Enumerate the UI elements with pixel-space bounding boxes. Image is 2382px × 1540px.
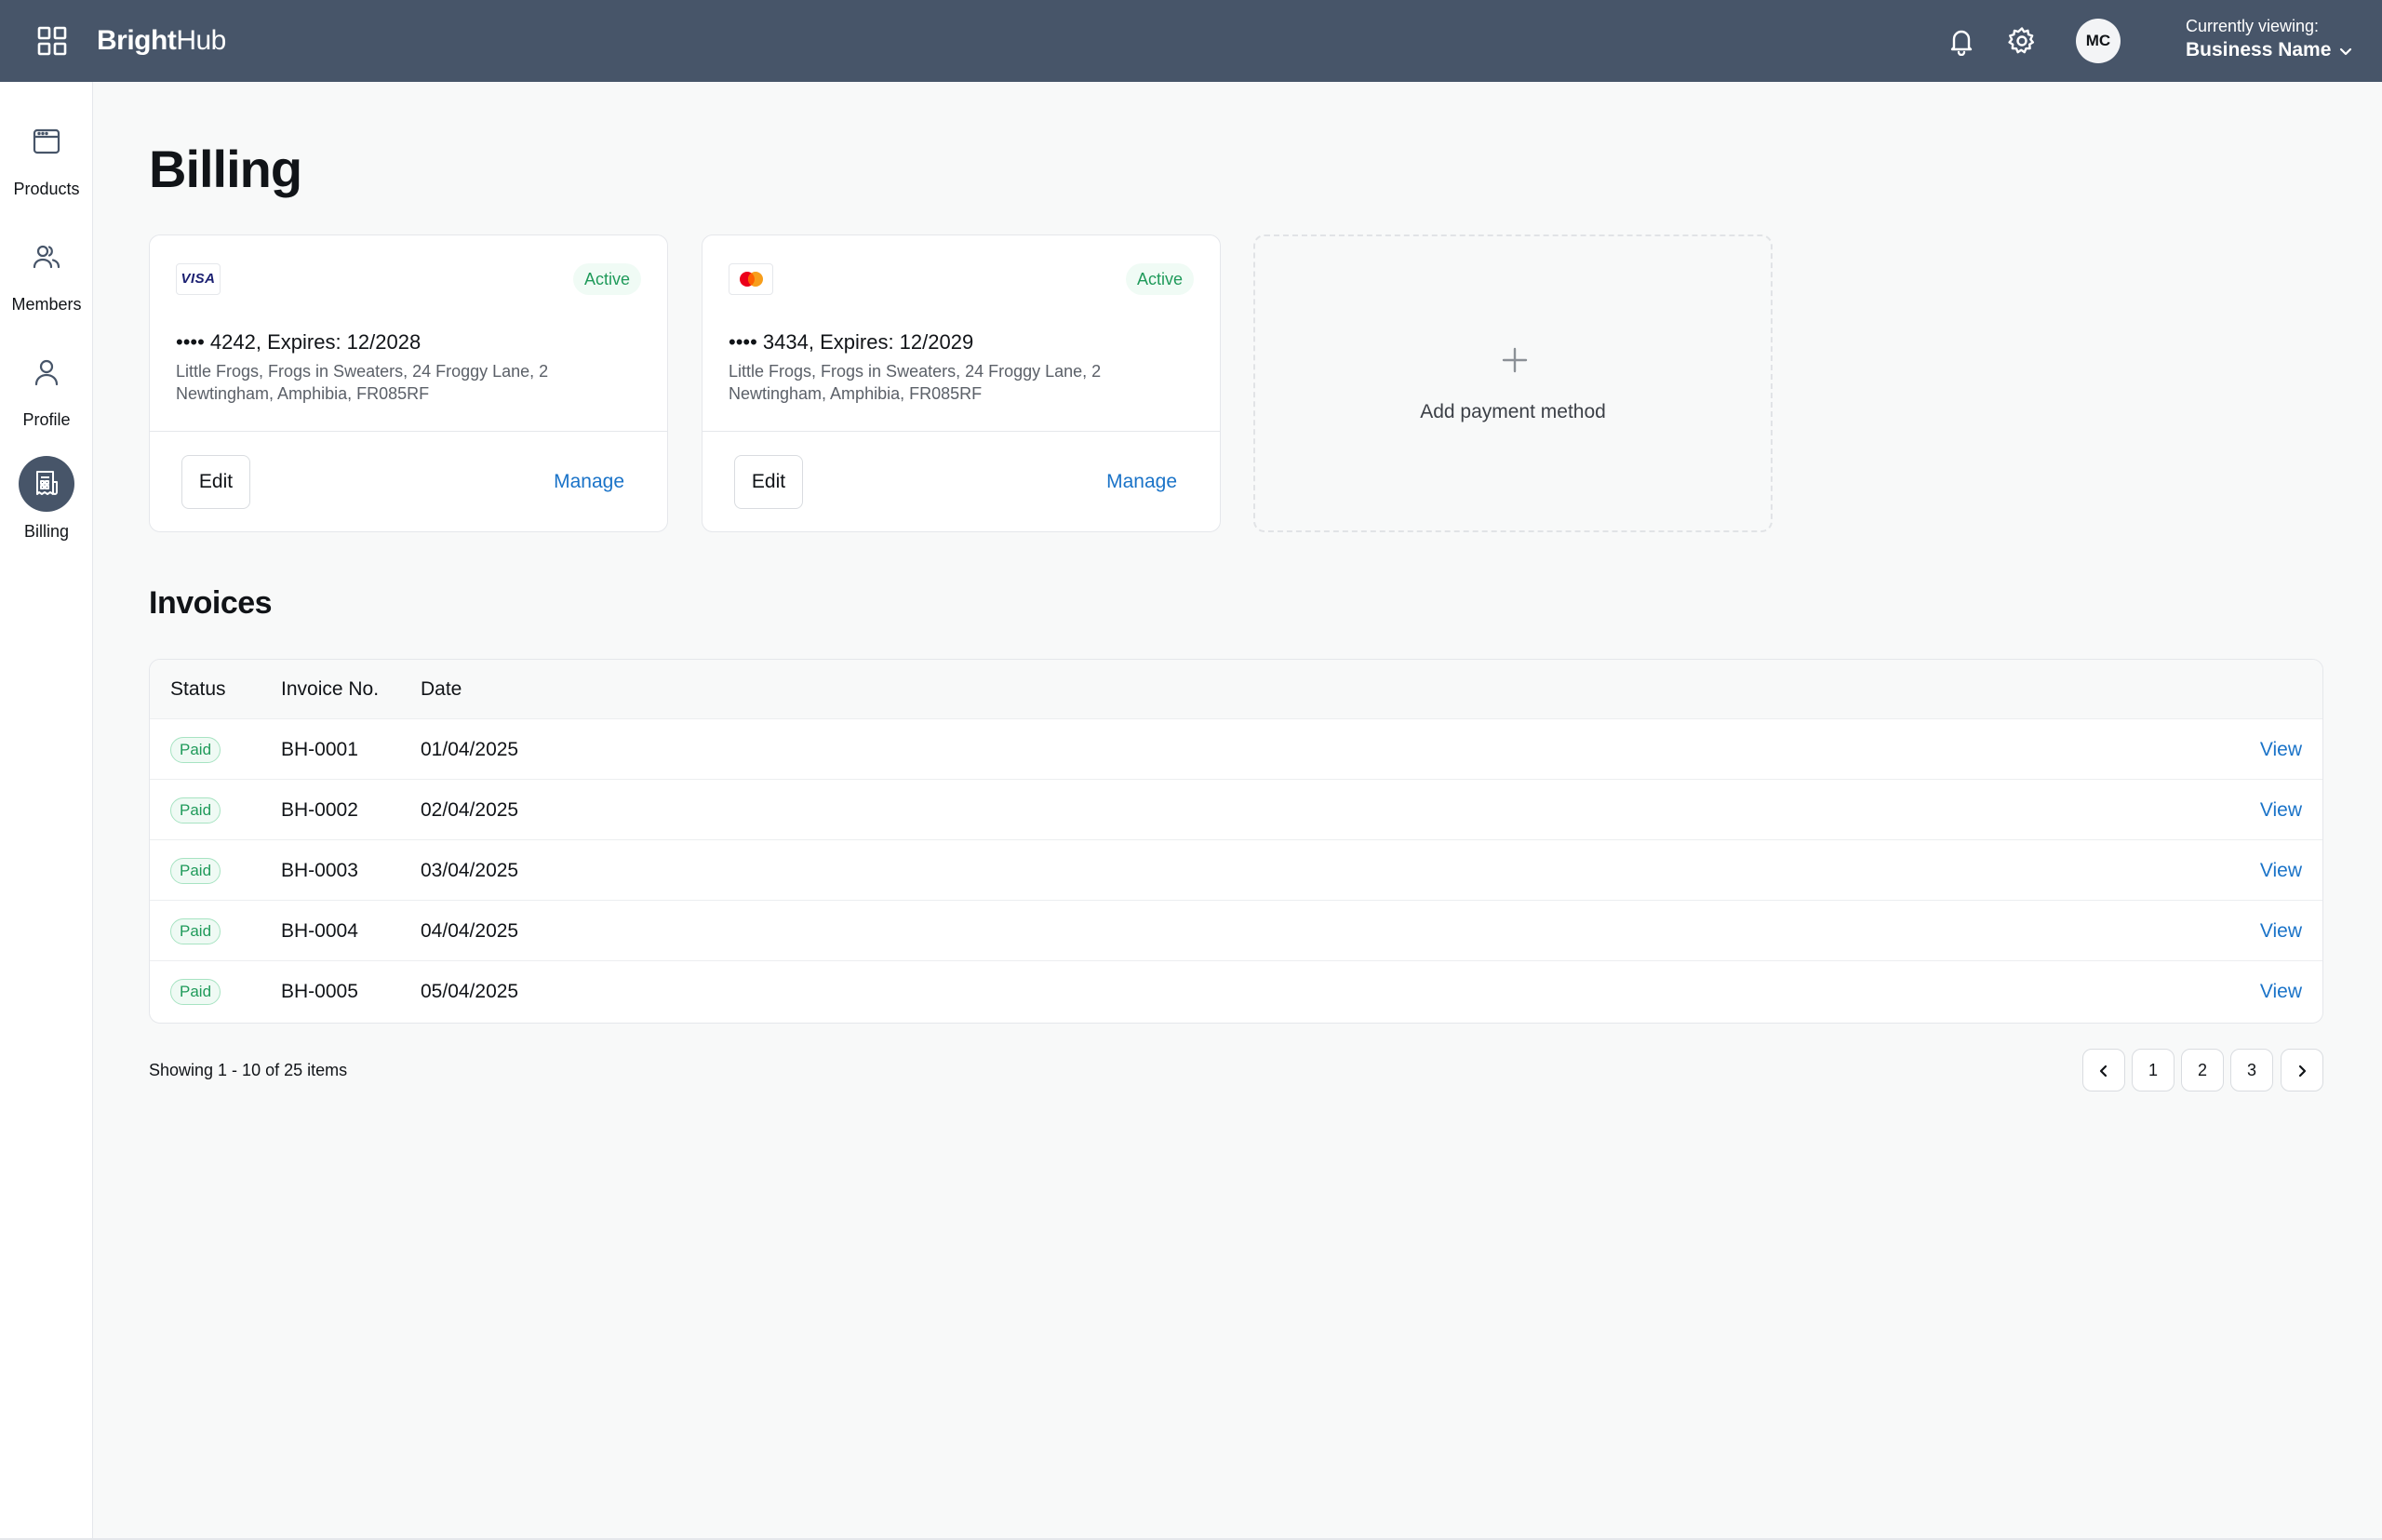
sidebar-item-label: Profile bbox=[22, 410, 71, 429]
previous-page-button[interactable] bbox=[2082, 1049, 2125, 1091]
table-header: Status Invoice No. Date bbox=[150, 660, 2322, 719]
edit-button[interactable]: Edit bbox=[181, 455, 250, 509]
invoice-number: BH-0003 bbox=[281, 860, 358, 881]
brand-logo-regular: Hub bbox=[176, 25, 226, 56]
chevron-left-icon bbox=[2099, 1065, 2108, 1078]
view-link[interactable]: View bbox=[2260, 980, 2302, 1004]
divider bbox=[150, 431, 667, 432]
plus-icon bbox=[1501, 346, 1529, 374]
card-number: •••• 3434, Expires: 12/2029 bbox=[729, 330, 974, 354]
top-bar: BrightHub MC Currently viewing: Business… bbox=[0, 0, 2382, 82]
view-link[interactable]: View bbox=[2260, 919, 2302, 944]
address-line: Little Frogs, Frogs in Sweaters, 24 Frog… bbox=[176, 362, 549, 381]
address-line: Newtingham, Amphibia, FR085RF bbox=[729, 384, 983, 403]
status-badge: Paid bbox=[170, 797, 221, 824]
status-badge: Active bbox=[1125, 263, 1194, 295]
invoice-number: BH-0005 bbox=[281, 981, 358, 1002]
view-link[interactable]: View bbox=[2260, 738, 2302, 762]
notifications-bell-icon[interactable] bbox=[1947, 26, 1976, 57]
status-badge: Paid bbox=[170, 979, 221, 1005]
column-header-status: Status bbox=[170, 678, 226, 700]
table-row[interactable]: Paid BH-0004 04/04/2025 View bbox=[150, 901, 2322, 961]
page-button-2[interactable]: 2 bbox=[2181, 1049, 2224, 1091]
sidebar-item-products[interactable]: Products bbox=[0, 114, 93, 216]
table-row[interactable]: Paid BH-0003 03/04/2025 View bbox=[150, 840, 2322, 901]
invoice-date: 01/04/2025 bbox=[421, 739, 519, 760]
address-line: Little Frogs, Frogs in Sweaters, 24 Frog… bbox=[729, 362, 1102, 381]
manage-link[interactable]: Manage bbox=[1106, 468, 1177, 496]
visa-logo-icon: VISA bbox=[176, 263, 221, 295]
currently-viewing-label: Currently viewing: bbox=[2186, 17, 2320, 35]
user-icon bbox=[19, 344, 74, 400]
sidebar-item-members[interactable]: Members bbox=[0, 229, 93, 331]
manage-link[interactable]: Manage bbox=[554, 468, 624, 496]
chevron-down-icon bbox=[2339, 47, 2351, 55]
status-badge: Paid bbox=[170, 918, 221, 944]
user-avatar[interactable]: MC bbox=[2076, 19, 2121, 63]
mastercard-logo-icon bbox=[729, 263, 773, 295]
next-page-button[interactable] bbox=[2281, 1049, 2323, 1091]
invoice-number: BH-0002 bbox=[281, 799, 358, 821]
column-header-date: Date bbox=[421, 678, 462, 700]
status-badge: Active bbox=[572, 263, 641, 295]
card-number: •••• 4242, Expires: 12/2028 bbox=[176, 330, 422, 354]
settings-gear-icon[interactable] bbox=[2007, 26, 2037, 56]
invoice-number: BH-0004 bbox=[281, 920, 358, 942]
table-row[interactable]: Paid BH-0005 05/04/2025 View bbox=[150, 961, 2322, 1022]
payment-method-card: VISA Active •••• 4242, Expires: 12/2028 … bbox=[149, 234, 668, 532]
page-button-1[interactable]: 1 bbox=[2132, 1049, 2175, 1091]
billing-address: Little Frogs, Frogs in Sweaters, 24 Frog… bbox=[729, 360, 1175, 405]
view-link[interactable]: View bbox=[2260, 798, 2302, 823]
brand-logo[interactable]: BrightHub bbox=[97, 22, 226, 60]
sidebar-item-label: Members bbox=[11, 295, 82, 314]
payment-method-card: Active •••• 3434, Expires: 12/2029 Littl… bbox=[702, 234, 1221, 532]
users-icon bbox=[19, 229, 74, 285]
page-title: Billing bbox=[149, 140, 302, 198]
divider bbox=[703, 431, 1220, 432]
invoices-table: Status Invoice No. Date Paid BH-0001 01/… bbox=[149, 659, 2323, 1024]
page-button-3[interactable]: 3 bbox=[2230, 1049, 2273, 1091]
billing-address: Little Frogs, Frogs in Sweaters, 24 Frog… bbox=[176, 360, 622, 405]
invoice-date: 03/04/2025 bbox=[421, 860, 519, 881]
chevron-right-icon bbox=[2298, 1065, 2307, 1078]
view-link[interactable]: View bbox=[2260, 859, 2302, 883]
table-row[interactable]: Paid BH-0001 01/04/2025 View bbox=[150, 719, 2322, 780]
invoice-date: 04/04/2025 bbox=[421, 920, 519, 942]
receipt-icon bbox=[19, 456, 74, 512]
status-badge: Paid bbox=[170, 737, 221, 763]
business-name: Business Name bbox=[2186, 39, 2332, 60]
sidebar-item-profile[interactable]: Profile bbox=[0, 344, 93, 447]
invoice-number: BH-0001 bbox=[281, 739, 358, 760]
add-payment-method-button[interactable]: Add payment method bbox=[1253, 234, 1773, 532]
invoice-date: 02/04/2025 bbox=[421, 799, 519, 821]
invoice-date: 05/04/2025 bbox=[421, 981, 519, 1002]
sidebar-item-billing[interactable]: Billing bbox=[0, 456, 93, 558]
brand-logo-bold: Bright bbox=[97, 25, 177, 56]
sidebar-item-label: Products bbox=[13, 180, 80, 198]
app-grid-icon[interactable] bbox=[37, 26, 67, 56]
table-row[interactable]: Paid BH-0002 02/04/2025 View bbox=[150, 780, 2322, 840]
edit-button[interactable]: Edit bbox=[734, 455, 803, 509]
address-line: Newtingham, Amphibia, FR085RF bbox=[176, 384, 430, 403]
sidebar-item-label: Billing bbox=[23, 522, 70, 541]
add-payment-method-label: Add payment method bbox=[1420, 401, 1606, 422]
pagination-summary: Showing 1 - 10 of 25 items bbox=[149, 1061, 348, 1079]
column-header-invoice-number: Invoice No. bbox=[281, 678, 380, 700]
account-switcher[interactable]: Currently viewing: Business Name bbox=[2186, 15, 2362, 67]
invoices-heading: Invoices bbox=[149, 585, 273, 621]
browser-window-icon bbox=[19, 114, 74, 169]
status-badge: Paid bbox=[170, 858, 221, 884]
sidebar: Products Members Profile Billing bbox=[0, 82, 93, 1540]
